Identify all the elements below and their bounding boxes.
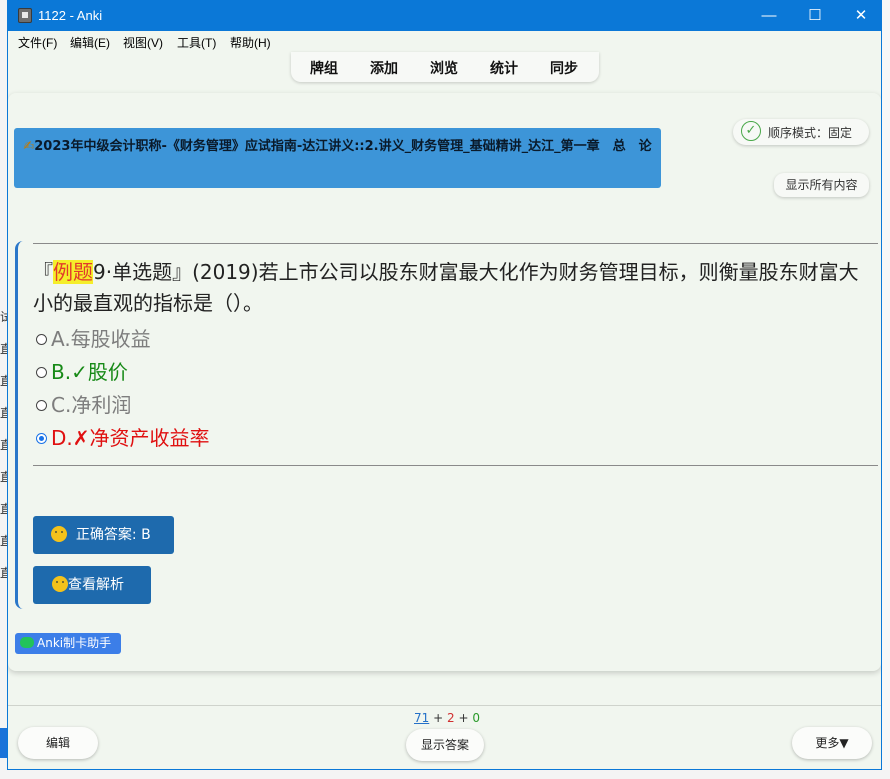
review-footer: 71 + 2 + 0 编辑 显示答案 更多▼ [8,705,881,769]
order-mode-label: 顺序模式：固定 [768,126,853,140]
top-navigation: 牌组 添加 浏览 统计 同步 [291,52,599,82]
menu-edit[interactable]: 编辑(E) [70,34,110,51]
nav-stats[interactable]: 统计 [490,58,518,78]
radio-button[interactable] [36,334,47,345]
nav-browse[interactable]: 浏览 [430,58,458,78]
deck-title: 2023年中级会计职称-《财务管理》应试指南-达江讲义::2.讲义_财务管理_基… [34,139,652,154]
view-analysis-button[interactable]: 查看解析 [33,566,151,604]
background-taskbar-edge [0,770,890,779]
learn-count: 2 [447,711,455,725]
title-bar[interactable]: 1122 - Anki — ☐ ✕ [8,1,881,31]
correct-answer-button[interactable]: 正确答案: B [33,516,174,554]
anki-app-icon [18,8,32,23]
nav-add[interactable]: 添加 [370,58,398,78]
divider [33,465,878,466]
order-mode-toggle[interactable]: ✓ 顺序模式：固定 [733,119,869,145]
radio-button[interactable] [36,400,47,411]
menu-file[interactable]: 文件(F) [18,34,57,51]
background-window-edge-right [882,0,890,779]
pencil-icon: ✍ [23,139,35,154]
more-button[interactable]: 更多▼ [792,727,872,759]
menu-tools[interactable]: 工具(T) [177,34,216,51]
question-text: 『例题9·单选题』(2019)若上市公司以股东财富最大化作为财务管理目标，则衡量… [33,260,859,315]
show-all-button[interactable]: 显示所有内容 [774,173,869,197]
wechat-icon [20,637,34,648]
thinking-emoji-icon [52,576,68,592]
smile-emoji-icon [51,526,67,542]
menu-bar: 文件(F) 编辑(E) 视图(V) 工具(T) 帮助(H) [8,31,881,52]
option-d[interactable]: D.✗净资产收益率 [36,426,210,450]
radio-button-selected[interactable] [36,433,47,444]
divider [33,243,878,244]
nav-decks[interactable]: 牌组 [310,58,338,78]
new-count[interactable]: 71 [414,711,429,725]
window-title: 1122 - Anki [38,8,103,23]
show-answer-button[interactable]: 显示答案 [406,729,484,761]
close-button[interactable]: ✕ [838,1,881,31]
menu-help[interactable]: 帮助(H) [230,34,271,51]
check-circle-icon: ✓ [741,121,761,141]
anki-helper-badge[interactable]: Anki制卡助手 [15,633,121,654]
review-card: ✍2023年中级会计职称-《财务管理》应试指南-达江讲义::2.讲义_财务管理_… [8,93,881,671]
minimize-button[interactable]: — [746,1,792,31]
deck-banner: ✍2023年中级会计职称-《财务管理》应试指南-达江讲义::2.讲义_财务管理_… [14,128,661,188]
option-a[interactable]: A.每股收益 [36,327,151,351]
example-tag: 例题 [53,260,93,284]
anki-window: 1122 - Anki — ☐ ✕ 文件(F) 编辑(E) 视图(V) 工具(T… [7,0,882,770]
review-count: 0 [472,711,480,725]
radio-button[interactable] [36,367,47,378]
option-c[interactable]: C.净利润 [36,393,131,417]
menu-view[interactable]: 视图(V) [123,34,163,51]
question-box: 『例题9·单选题』(2019)若上市公司以股东财富最大化作为财务管理目标，则衡量… [15,241,878,609]
due-counts: 71 + 2 + 0 [414,711,480,725]
option-b[interactable]: B.✓股价 [36,360,128,384]
nav-sync[interactable]: 同步 [550,58,578,78]
edit-button[interactable]: 编辑 [18,727,98,759]
maximize-button[interactable]: ☐ [792,1,838,31]
